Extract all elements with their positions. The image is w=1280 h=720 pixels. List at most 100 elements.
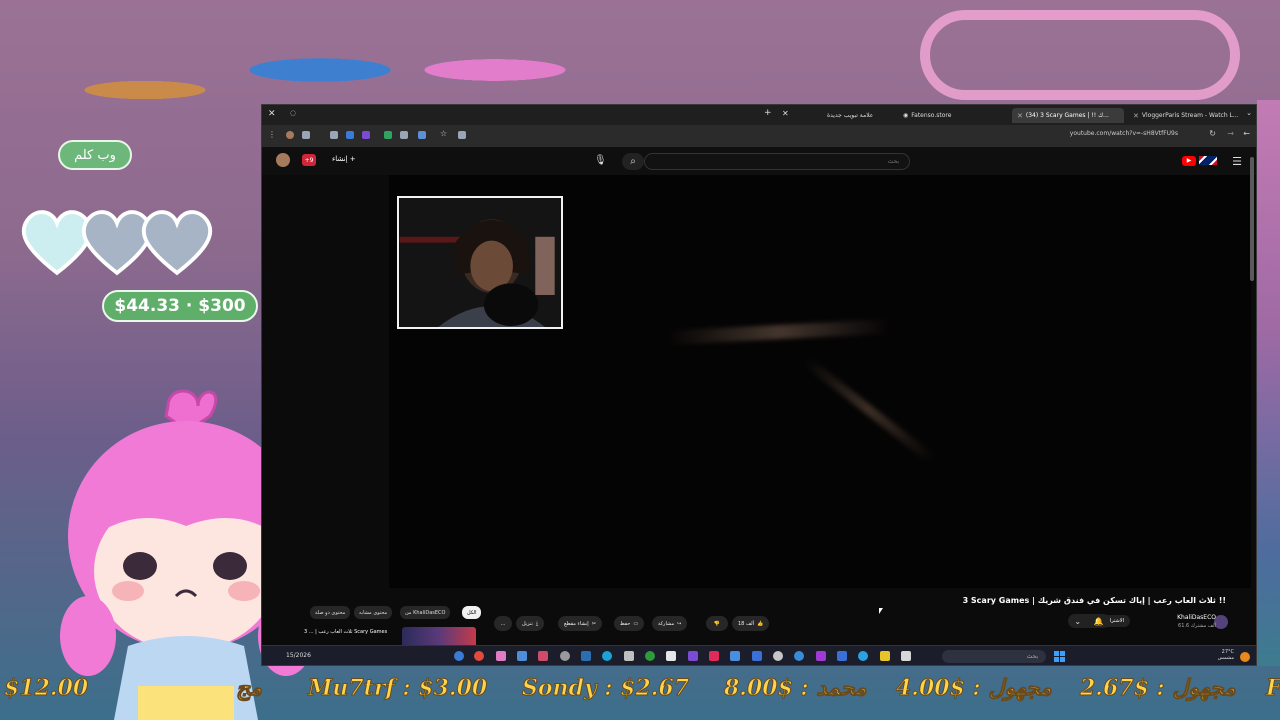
- name-bubble: وب كلم: [58, 140, 132, 170]
- download-button[interactable]: تنزيل ⤓: [516, 616, 545, 631]
- extension-icon[interactable]: [384, 131, 392, 139]
- app-icon[interactable]: [538, 651, 548, 661]
- app-icon[interactable]: [794, 651, 804, 661]
- facecam: [397, 196, 563, 329]
- url-field[interactable]: youtube.com/watch?v=-sH8VtfFU9s: [1070, 130, 1178, 137]
- app-icon[interactable]: [496, 651, 506, 661]
- app-icon[interactable]: [666, 651, 676, 661]
- more-button[interactable]: ...: [494, 616, 512, 631]
- taskbar-search-input[interactable]: بحث: [942, 650, 1046, 663]
- chip-similar[interactable]: محتوى مشابه: [354, 606, 393, 619]
- extension-icon[interactable]: [330, 131, 338, 139]
- chip-all[interactable]: الكل: [462, 606, 482, 619]
- app-icon[interactable]: [901, 651, 911, 661]
- extension-icon[interactable]: [418, 131, 426, 139]
- youtube-header: +9 إنشاء + 🎙 ⌕ بحث ▶ ☰: [262, 147, 1256, 175]
- app-icon[interactable]: [730, 651, 740, 661]
- app-icon[interactable]: [880, 651, 890, 661]
- like-button[interactable]: 18 ألف 👍: [732, 616, 770, 631]
- menu-dots-icon[interactable]: ⋮: [268, 130, 276, 139]
- chrome-icon[interactable]: [474, 651, 484, 661]
- avatar[interactable]: [276, 153, 290, 167]
- steam-icon[interactable]: [581, 651, 591, 661]
- tab-youtube[interactable]: ✕ (34) 3 Scary Games | !! ك...: [1012, 108, 1124, 123]
- ticker-item: 4.00$ : مجهول: [896, 675, 1053, 702]
- telegram-icon[interactable]: [858, 651, 868, 661]
- video-player[interactable]: [389, 175, 1251, 588]
- extension-icon[interactable]: [302, 131, 310, 139]
- edge-icon[interactable]: [602, 651, 612, 661]
- youtube-logo[interactable]: ▶: [1182, 155, 1218, 166]
- extension-icon[interactable]: [400, 131, 408, 139]
- donation-goal: $44.33 · $300: [102, 290, 258, 322]
- windows-start-icon[interactable]: [1054, 651, 1065, 662]
- close-icon[interactable]: ✕: [268, 109, 276, 119]
- ticker-item: Sondy : $2.67: [521, 675, 690, 702]
- app-icon[interactable]: [454, 651, 464, 661]
- app-icon[interactable]: [624, 651, 634, 661]
- create-button[interactable]: إنشاء +: [332, 155, 356, 163]
- extension-icon[interactable]: [346, 131, 354, 139]
- dislike-button[interactable]: 👎: [706, 616, 728, 631]
- tab-vlogger[interactable]: ✕ VloggerParis Stream - Watch L...: [1128, 108, 1240, 123]
- app-icon[interactable]: [688, 651, 698, 661]
- app-icon[interactable]: [773, 651, 783, 661]
- back-icon[interactable]: ←: [1243, 129, 1250, 138]
- xbox-icon[interactable]: [645, 651, 655, 661]
- sun-icon: [1240, 652, 1250, 662]
- notifications-icon[interactable]: +9: [302, 154, 316, 166]
- close-icon[interactable]: ✕: [1133, 112, 1139, 120]
- app-icon[interactable]: [709, 651, 719, 661]
- tab-search-icon[interactable]: ◌: [290, 109, 296, 117]
- chip-from-channel[interactable]: من KhaliDasECO: [400, 606, 451, 619]
- tab-fatenso[interactable]: ◉ Fatenso.store: [898, 108, 978, 123]
- weather-status: مشمس: [1217, 655, 1234, 661]
- download-label: تنزيل: [522, 620, 533, 627]
- mouse-cursor-icon: [879, 608, 883, 614]
- create-label: إنشاء: [332, 155, 348, 163]
- close-icon[interactable]: ✕: [1017, 112, 1023, 120]
- app-icon[interactable]: [517, 651, 527, 661]
- notification-bell-button[interactable]: ⌄ 🔔: [1068, 614, 1110, 628]
- new-tab-icon[interactable]: +: [764, 108, 772, 118]
- like-count: 18 ألف: [738, 620, 755, 627]
- channel-name[interactable]: KhaliDasECO: [1177, 614, 1216, 621]
- channel-avatar[interactable]: [1214, 615, 1228, 629]
- tab-bar: ✕ ◌ + ✕ علامة تبويب جديدة ◉ Fatenso.stor…: [262, 105, 1256, 125]
- share-button[interactable]: مشاركة ↪: [652, 616, 688, 631]
- tab-new[interactable]: علامة تبويب جديدة: [822, 108, 892, 123]
- profile-icon[interactable]: [286, 131, 294, 139]
- star-icon[interactable]: ☆: [440, 129, 447, 138]
- tab-label: (34) 3 Scary Games | !! ك...: [1025, 112, 1109, 119]
- donation-ticker: $12.00 مج Mu7trf : $3.00 Sondy : $2.67 8…: [0, 668, 1280, 708]
- scissors-icon: ✂: [591, 620, 596, 627]
- clip-button[interactable]: إنشاء مقطع ✂: [558, 616, 602, 631]
- ticker-item: 8.00$ : محمد: [724, 675, 868, 702]
- hamburger-menu-icon[interactable]: ☰: [1232, 155, 1242, 168]
- app-icon[interactable]: [752, 651, 762, 661]
- clip-label: إنشاء مقطع: [564, 620, 589, 627]
- ticker-item: F: [1266, 675, 1280, 702]
- search-icon: ⌕: [630, 156, 636, 167]
- search-input[interactable]: بحث: [644, 153, 910, 170]
- weather-widget[interactable]: 27°C مشمس: [1218, 649, 1234, 661]
- app-icon[interactable]: [837, 651, 847, 661]
- thumbs-down-icon: 👎: [713, 620, 721, 627]
- app-icon[interactable]: [816, 651, 826, 661]
- chevron-down-icon[interactable]: ⌄: [1246, 109, 1252, 117]
- close-icon[interactable]: ✕: [782, 109, 789, 118]
- mic-icon[interactable]: 🎙: [594, 155, 607, 166]
- chip-related[interactable]: محتوى ذو صلة: [310, 606, 351, 619]
- page-scrollbar[interactable]: [1250, 157, 1254, 281]
- share-icon: ↪: [677, 620, 682, 627]
- video-title: 3 Scary Games | ثلاث العاب رعب | إياك تس…: [962, 596, 1226, 605]
- reload-icon[interactable]: ↻: [1209, 129, 1216, 138]
- save-button[interactable]: حفظ ▭: [614, 616, 645, 631]
- recommended-video-title[interactable]: ثلاث العاب رعب | ... 3 Scary Games: [304, 629, 399, 635]
- extension-icon[interactable]: [458, 131, 466, 139]
- tab-label: Fatenso.store: [911, 112, 952, 119]
- search-button[interactable]: ⌕: [622, 153, 644, 170]
- app-icon[interactable]: [560, 651, 570, 661]
- extension-icon[interactable]: [362, 131, 370, 139]
- forward-icon[interactable]: →: [1227, 129, 1234, 138]
